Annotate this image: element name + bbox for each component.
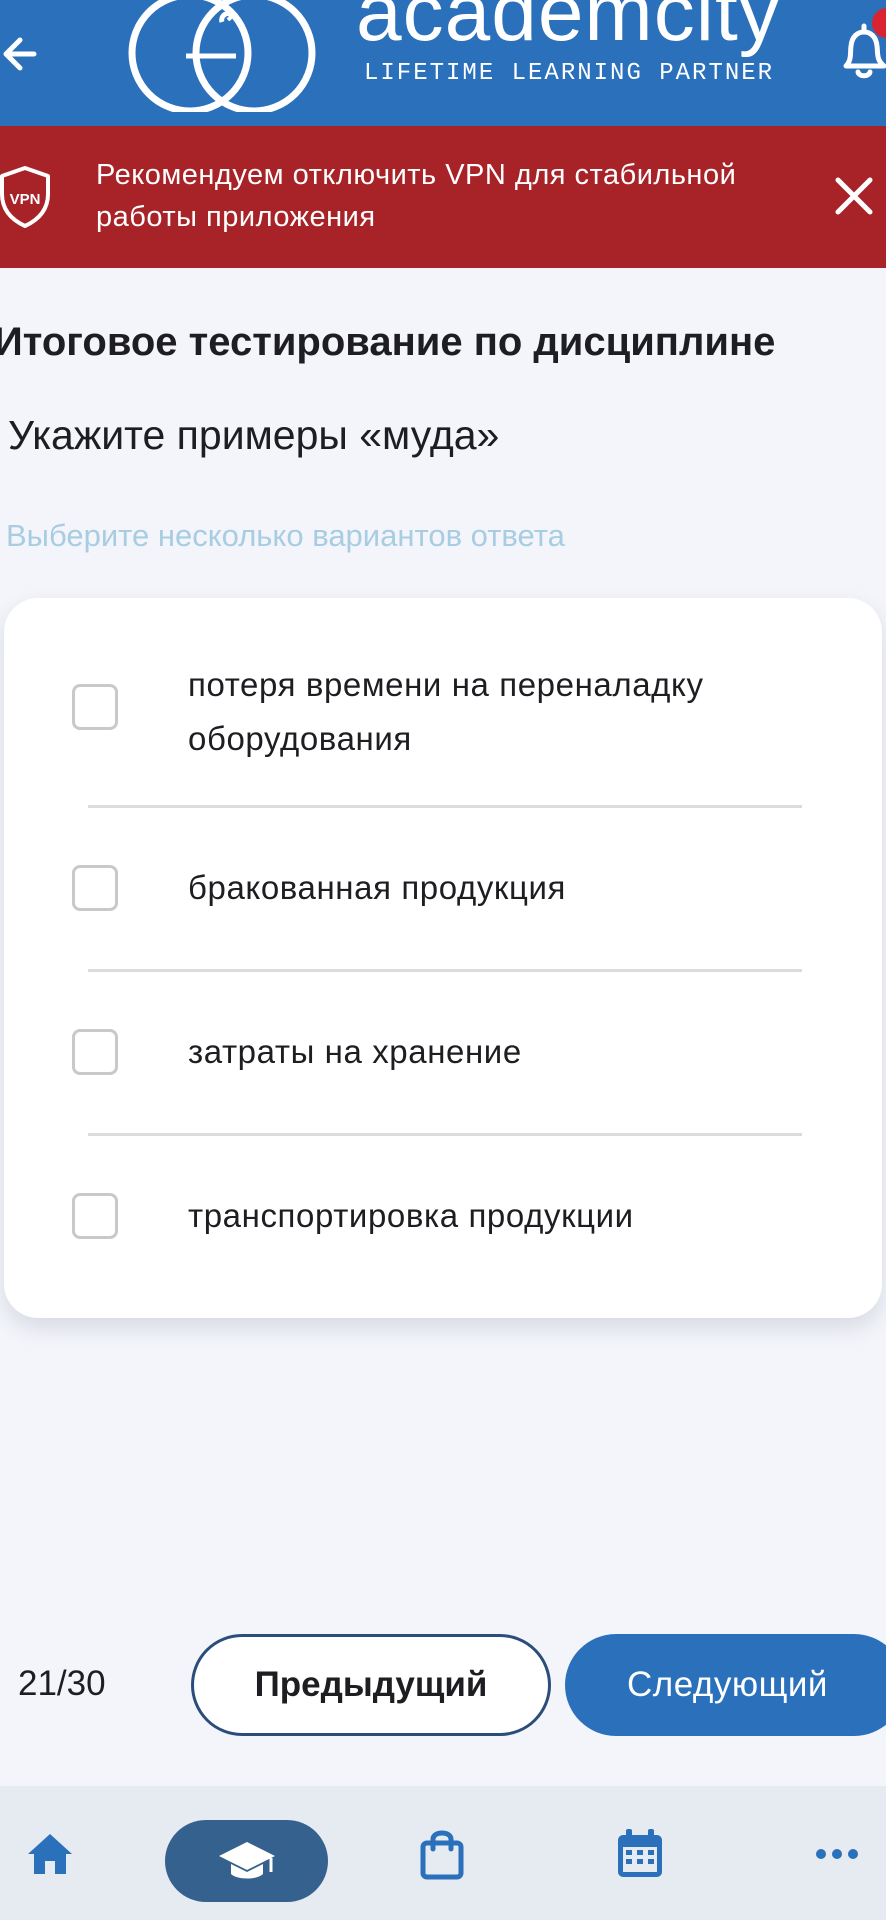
- brand-name: academcity: [356, 0, 781, 58]
- graduation-cap-icon: [218, 1842, 275, 1879]
- next-button[interactable]: Следующий: [565, 1634, 886, 1736]
- vpn-warning-banner: VPN Рекомендуем отключить VPN для стабил…: [0, 126, 886, 268]
- answer-label: бракованная продукция: [188, 869, 566, 906]
- app-header: academcity LIFETIME LEARNING PARTNER: [0, 0, 886, 126]
- nav-more[interactable]: [804, 1814, 870, 1894]
- question-counter: 21/30: [18, 1664, 106, 1703]
- vpn-warning-text: Рекомендуем отключить VPN для стабильной…: [96, 159, 737, 233]
- divider: [88, 805, 802, 808]
- answer-option[interactable]: потеря времени на переналадку оборудован…: [4, 638, 882, 778]
- nav-shop[interactable]: [404, 1814, 480, 1894]
- answer-label: затраты на хранение: [188, 1033, 522, 1070]
- divider: [88, 1133, 802, 1136]
- answer-checkbox[interactable]: [72, 1193, 118, 1239]
- nav-home[interactable]: [14, 1814, 86, 1894]
- previous-button[interactable]: Предыдущий: [191, 1634, 551, 1736]
- answer-option[interactable]: бракованная продукция: [4, 820, 882, 970]
- arrow-left-icon: [3, 37, 37, 71]
- answer-label: транспортировка продукции: [188, 1197, 634, 1234]
- answer-hint: Выберите несколько вариантов ответа: [6, 518, 565, 553]
- shopping-bag-icon: [420, 1830, 464, 1880]
- answers-card: потеря времени на переналадку оборудован…: [4, 598, 882, 1318]
- nav-learning[interactable]: [165, 1820, 328, 1902]
- brand-tagline: LIFETIME LEARNING PARTNER: [364, 60, 775, 87]
- answer-checkbox[interactable]: [72, 865, 118, 911]
- calendar-icon: [618, 1829, 662, 1877]
- vpn-shield-icon: VPN: [0, 166, 50, 228]
- close-banner-button[interactable]: [830, 172, 878, 220]
- divider: [88, 969, 802, 972]
- bottom-navigation: [0, 1786, 886, 1920]
- home-icon: [28, 1834, 72, 1874]
- close-icon: [835, 177, 873, 215]
- back-button[interactable]: [0, 28, 48, 80]
- answer-checkbox[interactable]: [72, 684, 118, 730]
- academcity-logo-icon: [128, 0, 316, 112]
- more-dots-icon: [816, 1849, 858, 1859]
- answer-option[interactable]: транспортировка продукции: [4, 1148, 882, 1298]
- nav-calendar[interactable]: [602, 1814, 678, 1894]
- vpn-shield-label: VPN: [10, 191, 41, 208]
- answer-option[interactable]: затраты на хранение: [4, 984, 882, 1134]
- test-screen: academcity LIFETIME LEARNING PARTNER VPN…: [0, 0, 886, 1920]
- question-text: Укажите примеры «муда»: [8, 412, 500, 458]
- test-title: Итоговое тестирование по дисциплине: [0, 320, 776, 364]
- answer-label: потеря времени на переналадку оборудован…: [188, 666, 704, 757]
- answer-checkbox[interactable]: [72, 1029, 118, 1075]
